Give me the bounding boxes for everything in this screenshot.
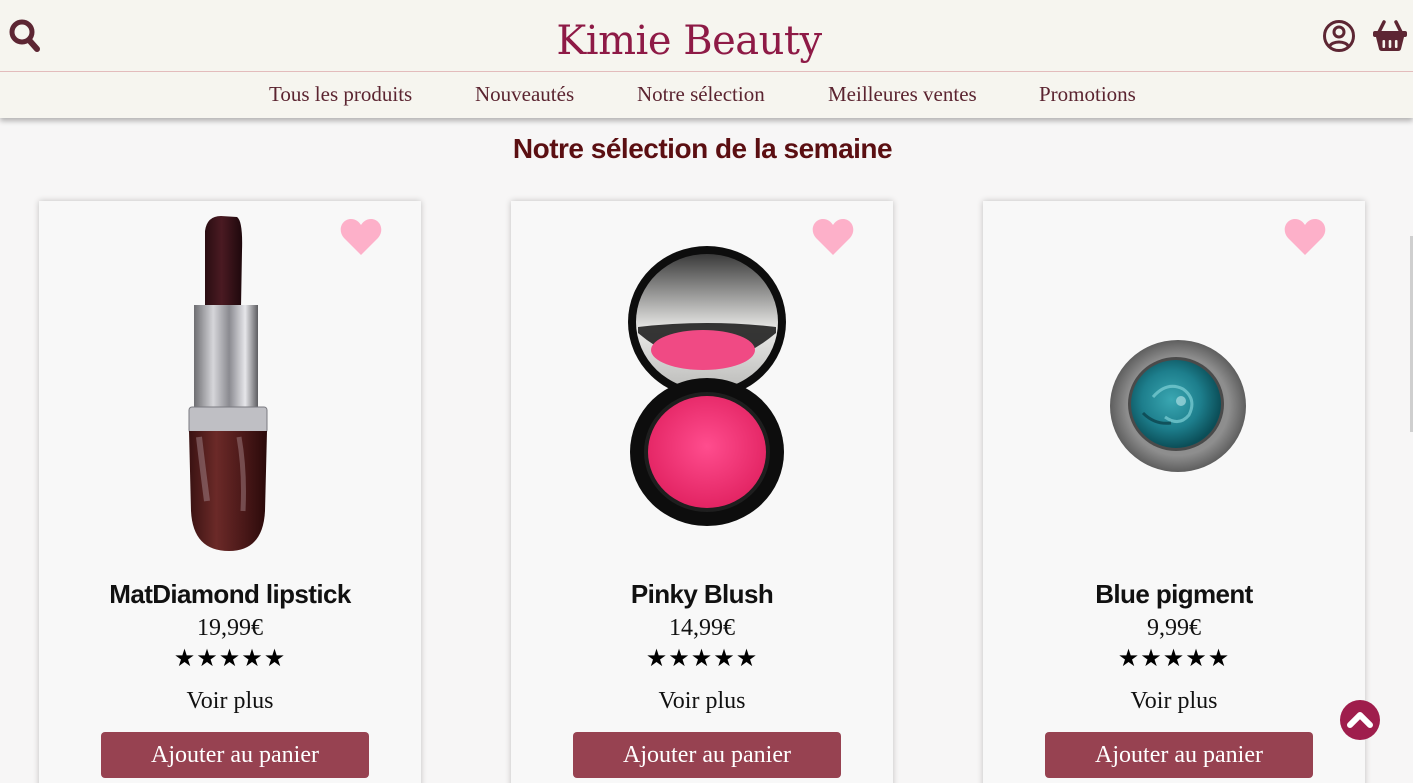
heart-icon [340, 219, 382, 255]
section-title: Notre sélection de la semaine [512, 133, 893, 164]
nav-item-new-arrivals[interactable]: Nouveautés [475, 82, 574, 107]
nav-item-promotions[interactable]: Promotions [1039, 82, 1136, 107]
add-to-cart-button[interactable]: Ajouter au panier [1045, 732, 1313, 778]
see-more-link[interactable]: Voir plus [39, 688, 421, 715]
add-to-cart-button[interactable]: Ajouter au panier [573, 732, 841, 778]
see-more-link[interactable]: Voir plus [511, 688, 893, 715]
scroll-to-top-button[interactable] [1340, 700, 1380, 740]
favorite-button[interactable] [1283, 217, 1327, 257]
chevron-up-icon [1347, 712, 1373, 728]
nav-item-best-sellers[interactable]: Meilleures ventes [828, 82, 977, 107]
brand-logo[interactable]: Kimie Beauty [0, 18, 1378, 64]
product-price: 14,99€ [669, 615, 735, 641]
product-card: Blue pigment 9,99€ ★★★★★ Voir plus Ajout… [983, 201, 1365, 783]
user-circle-icon [1323, 20, 1355, 52]
basket-icon [1373, 20, 1407, 51]
product-price: 9,99€ [1147, 615, 1201, 641]
main-nav: Tous les produits Nouveautés Notre sélec… [0, 72, 1413, 118]
lipstick-image [188, 216, 268, 551]
product-card: MatDiamond lipstick 19,99€ ★★★★★ Voir pl… [39, 201, 421, 783]
see-more-link[interactable]: Voir plus [983, 688, 1365, 715]
product-name: Blue pigment [1095, 579, 1253, 609]
add-to-cart-button[interactable]: Ajouter au panier [101, 732, 369, 778]
rating-stars: ★★★★★ [645, 644, 759, 672]
favorite-button[interactable] [811, 217, 855, 257]
rating-stars: ★★★★★ [173, 644, 287, 672]
favorite-button[interactable] [339, 217, 383, 257]
blush-compact-image [628, 246, 786, 526]
product-name: Pinky Blush [630, 579, 774, 609]
heart-icon [1284, 219, 1326, 255]
cart-button[interactable] [1371, 18, 1409, 54]
nav-item-all-products[interactable]: Tous les produits [269, 82, 412, 107]
nav-item-our-selection[interactable]: Notre sélection [637, 82, 765, 107]
product-name: MatDiamond lipstick [109, 579, 351, 609]
heart-icon [812, 219, 854, 255]
pigment-jar-image [1110, 340, 1246, 472]
account-button[interactable] [1321, 18, 1357, 54]
product-price: 19,99€ [197, 615, 263, 641]
product-card: Pinky Blush 14,99€ ★★★★★ Voir plus Ajout… [511, 201, 893, 783]
site-header: Kimie Beauty Tous les produits Nouveauté… [0, 0, 1413, 118]
rating-stars: ★★★★★ [1117, 644, 1231, 672]
